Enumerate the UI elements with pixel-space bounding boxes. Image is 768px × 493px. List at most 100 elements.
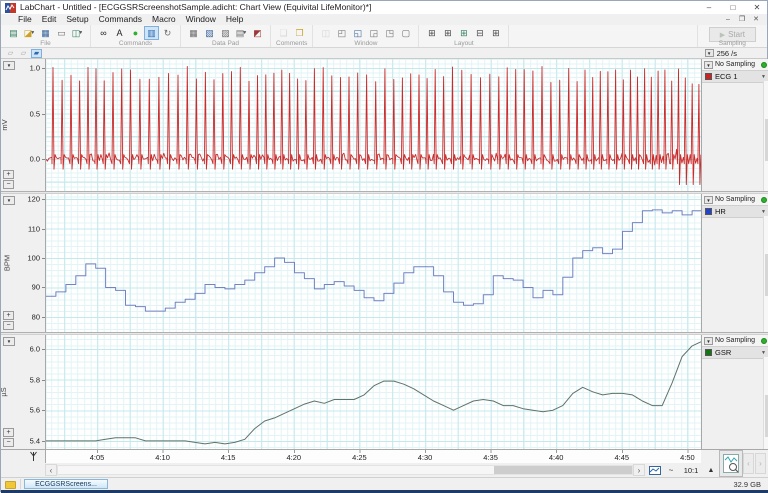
prev-block-button[interactable]: ‹ (743, 453, 754, 474)
channel-name-label: HR (715, 207, 758, 216)
channel-selector-gsr[interactable]: GSR▼ (702, 347, 768, 359)
comments-list-icon[interactable]: ❒ (292, 26, 307, 40)
find-icon[interactable]: ∞ (96, 26, 111, 40)
channel-color-swatch (705, 349, 712, 356)
layout-rows-icon[interactable]: ⊟ (472, 26, 487, 40)
maximize-button[interactable]: □ (723, 1, 743, 14)
menu-item-window[interactable]: Window (181, 14, 221, 25)
layout-new-icon[interactable]: ⊞ (456, 26, 471, 40)
tile-windows-icon[interactable]: ◫ (318, 26, 333, 40)
next-block-button[interactable]: › (755, 453, 766, 474)
horizontal-scrollbar[interactable] (57, 465, 633, 475)
menu-item-macro[interactable]: Macro (147, 14, 181, 25)
channel-panel-gsr: ▼No SamplingGSR▼ (701, 335, 768, 449)
marker-well-icon[interactable]: ▲ (705, 464, 717, 476)
document-icon[interactable] (5, 481, 16, 489)
new-window-icon-glyph: ▢ (402, 28, 411, 39)
channel-vertical-scrollbar[interactable] (763, 81, 768, 191)
scale-zoom-out-button[interactable]: − (3, 180, 14, 189)
layout-grid-icon[interactable]: ⊞ (440, 26, 455, 40)
print-icon[interactable]: ▭ (54, 26, 69, 40)
save-icon[interactable]: ▦ (38, 26, 53, 40)
document-tab[interactable]: ECGGSRScreens... (24, 479, 108, 489)
axis-unit-label: µS (0, 387, 8, 396)
datapad-autofill-icon[interactable]: ▨ (218, 26, 233, 40)
datapad-options-icon-dropdown[interactable]: ▼ (242, 30, 247, 36)
menu-item-help[interactable]: Help (221, 14, 248, 25)
channel-vertical-scrollbar[interactable] (763, 216, 768, 332)
export-icon[interactable]: ◫▼ (70, 26, 85, 40)
layout-new-icon-glyph: ⊞ (460, 28, 468, 39)
channel-menu-button[interactable]: ▼ (761, 74, 766, 80)
zoom-view-icon[interactable]: ◱ (350, 26, 365, 40)
toolbar-group-label: Layout (424, 40, 503, 47)
close-button[interactable]: ✕ (747, 1, 767, 14)
minimize-window-icon[interactable]: ◳ (382, 26, 397, 40)
menu-item-edit[interactable]: Edit (37, 14, 62, 25)
axis-menu-button[interactable]: ▼ (3, 196, 15, 205)
toolbar-group-label: Comments (276, 40, 307, 47)
mdi-restore-button[interactable]: ❐ (735, 14, 749, 25)
toolbar-group-label: File (6, 40, 85, 47)
datapad-graph-icon[interactable]: ◩ (250, 26, 265, 40)
layout-tile-icon[interactable]: ⊞ (424, 26, 439, 40)
menu-item-file[interactable]: File (13, 14, 37, 25)
sampling-menu-button[interactable]: ▼ (704, 337, 713, 345)
menu-item-commands[interactable]: Commands (94, 14, 147, 25)
comments-toggle-button[interactable]: ~ (665, 464, 677, 476)
find-selection-icon[interactable]: A (112, 26, 127, 40)
chart-view-icon[interactable]: ▥ (144, 26, 159, 40)
scale-zoom-in-button[interactable]: + (3, 170, 14, 179)
review-mode-icon[interactable]: ▱ (18, 49, 29, 58)
cascade-windows-icon[interactable]: ◰ (334, 26, 349, 40)
scale-zoom-in-button[interactable]: + (3, 428, 14, 437)
open-file-icon[interactable]: ◪▼ (22, 26, 37, 40)
menu-item-setup[interactable]: Setup (61, 14, 93, 25)
datapad-view-icon[interactable]: ▦ (186, 26, 201, 40)
channel-selector-hr[interactable]: HR▼ (702, 206, 768, 218)
channel-vertical-scrollbar[interactable] (763, 357, 768, 449)
scale-zoom-out-button[interactable]: − (3, 438, 14, 447)
new-window-icon[interactable]: ▢ (398, 26, 413, 40)
stimulator-icon[interactable]: ● (128, 26, 143, 40)
axis-menu-button[interactable]: ▼ (3, 337, 15, 346)
scroll-mode-icon[interactable]: ▱ (5, 49, 16, 58)
channel-splitter-1[interactable] (1, 191, 768, 194)
compression-ratio-label[interactable]: 10:1 (679, 464, 703, 476)
channel-menu-button[interactable]: ▼ (761, 350, 766, 356)
minimize-button[interactable]: – (699, 1, 719, 14)
view-buffer-icon[interactable] (647, 464, 663, 476)
channel-menu-button[interactable]: ▼ (761, 209, 766, 215)
axis-menu-button[interactable]: ▼ (3, 61, 15, 70)
mdi-minimize-button[interactable]: – (721, 14, 735, 25)
plot-hr[interactable] (45, 194, 701, 332)
notebook-icon[interactable]: ◲ (366, 26, 381, 40)
scrollbar-thumb[interactable] (494, 466, 632, 474)
sampling-menu-button[interactable]: ▼ (704, 196, 713, 204)
layout-columns-icon[interactable]: ⊞ (488, 26, 503, 40)
open-file-icon-dropdown[interactable]: ▼ (30, 30, 35, 36)
plot-gsr[interactable] (45, 335, 701, 449)
mdi-window-controls: – ❐ ✕ (721, 14, 767, 25)
sampling-menu-button[interactable]: ▼ (704, 61, 713, 69)
scale-zoom-out-button[interactable]: − (3, 321, 14, 330)
sample-rate-dropdown[interactable]: ▼ (705, 49, 714, 57)
add-comment-icon[interactable]: ❑ (276, 26, 291, 40)
channel-selector-ecg-1[interactable]: ECG 1▼ (702, 71, 768, 83)
zoom-window-button[interactable] (719, 450, 743, 477)
mdi-close-button[interactable]: ✕ (749, 14, 763, 25)
channel-splitter-2[interactable] (1, 332, 768, 335)
scale-zoom-in-button[interactable]: + (3, 311, 14, 320)
export-icon-dropdown[interactable]: ▼ (78, 30, 83, 36)
channel-hr: ▼BPM1201101009080+−▼No SamplingHR▼ (1, 194, 768, 332)
chart-mode-icon[interactable]: ▰ (31, 49, 42, 58)
scroll-left-button[interactable]: ‹ (45, 464, 57, 476)
scroll-right-button[interactable]: › (633, 464, 645, 476)
datapad-options-icon[interactable]: ▤▼ (234, 26, 249, 40)
new-file-icon[interactable]: ▤ (6, 26, 21, 40)
datapad-add-icon[interactable]: ▧ (202, 26, 217, 40)
tile-windows-icon-glyph: ◫ (322, 28, 331, 39)
refresh-icon[interactable]: ↻ (160, 26, 175, 40)
marker-tool-icon[interactable] (29, 451, 38, 462)
plot-ecg-1[interactable] (45, 59, 701, 191)
